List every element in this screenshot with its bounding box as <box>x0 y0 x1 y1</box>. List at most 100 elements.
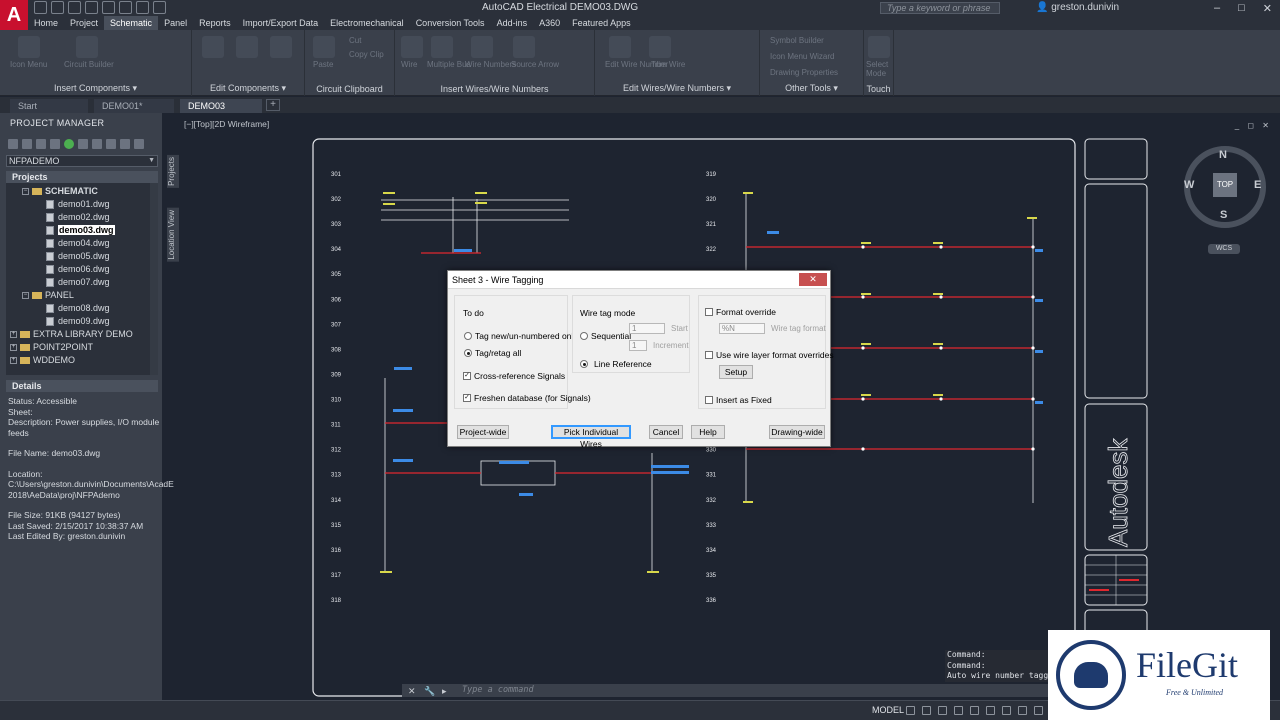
search-input[interactable]: Type a keyword or phrase <box>880 2 1000 14</box>
sequential-label[interactable]: Sequential <box>591 331 631 341</box>
start-input[interactable]: 1 <box>629 323 665 334</box>
redo-icon[interactable] <box>153 1 166 14</box>
tree-item-demo07[interactable]: demo07.dwg <box>46 277 110 288</box>
tree-item-demo04[interactable]: demo04.dwg <box>46 238 110 249</box>
drawing-properties-label[interactable]: Drawing Properties <box>770 68 838 77</box>
pick-individual-wires-button[interactable]: Pick Individual Wires <box>551 425 631 449</box>
tag-new-label[interactable]: Tag new/un-numbered only <box>475 331 578 341</box>
panel-title[interactable]: Edit Components ▾ <box>192 83 304 94</box>
icon-menu-wizard-label[interactable]: Icon Menu Wizard <box>770 52 834 61</box>
snap-icon[interactable] <box>922 706 931 715</box>
new-icon[interactable] <box>34 1 47 14</box>
tree-item-demo01[interactable]: demo01.dwg <box>46 199 110 210</box>
publish-icon[interactable] <box>92 139 102 149</box>
close-icon[interactable]: ✕ <box>1263 2 1272 15</box>
save-as-icon[interactable] <box>85 1 98 14</box>
symbol-builder-label[interactable]: Symbol Builder <box>770 36 824 45</box>
refresh-icon[interactable] <box>64 139 74 149</box>
workspace-icon[interactable] <box>1034 706 1043 715</box>
collapse-icon[interactable]: − <box>22 188 29 196</box>
project-task-icon[interactable] <box>78 139 88 149</box>
viewcube-top-face[interactable]: TOP <box>1213 173 1237 197</box>
minimize-icon[interactable]: – <box>1214 2 1220 15</box>
tree-item-demo02[interactable]: demo02.dwg <box>46 212 110 223</box>
tree-project-wddemo[interactable]: + WDDEMO <box>10 355 75 365</box>
open-project-icon[interactable] <box>8 139 18 149</box>
wire-numbers-icon[interactable] <box>471 36 493 58</box>
multiple-bus-icon[interactable] <box>431 36 453 58</box>
tree-item-demo05[interactable]: demo05.dwg <box>46 251 110 262</box>
tab-featured-apps[interactable]: Featured Apps <box>566 16 637 30</box>
format-override-label[interactable]: Format override <box>716 307 776 317</box>
command-input[interactable]: Type a command <box>462 685 534 695</box>
viewcube-south[interactable]: S <box>1220 209 1227 221</box>
setup-button[interactable]: Setup <box>719 365 753 379</box>
expand-icon[interactable]: + <box>10 344 17 352</box>
tree-scrollbar[interactable] <box>150 183 158 375</box>
freshen-database-label[interactable]: Freshen database (for Signals) <box>474 393 591 403</box>
project-wide-button[interactable]: Project-wide <box>457 425 509 439</box>
tab-schematic[interactable]: Schematic <box>104 16 159 30</box>
close-command-icon[interactable]: ✕ <box>408 686 416 697</box>
tab-home[interactable]: Home <box>28 16 64 30</box>
format-override-checkbox[interactable] <box>705 308 713 316</box>
tab-add-ins[interactable]: Add-ins <box>491 16 534 30</box>
ortho-icon[interactable] <box>938 706 947 715</box>
annotation-scale-icon[interactable] <box>1018 706 1027 715</box>
open-icon[interactable] <box>51 1 64 14</box>
edit-wire-number-icon[interactable] <box>609 36 631 58</box>
side-tab-location-view[interactable]: Location View <box>167 207 179 262</box>
paste-icon[interactable] <box>313 36 335 58</box>
maximize-icon[interactable]: □ <box>1238 2 1245 15</box>
edit-icon[interactable] <box>202 36 224 58</box>
panel-title[interactable]: Edit Wires/Wire Numbers ▾ <box>595 83 759 94</box>
settings-icon[interactable] <box>120 139 130 149</box>
icon-menu-icon[interactable] <box>18 36 40 58</box>
new-project-icon[interactable] <box>22 139 32 149</box>
tree-folder-panel[interactable]: − PANEL <box>22 290 74 300</box>
panel-title[interactable]: Insert Components ▾ <box>0 83 191 94</box>
lineweight-icon[interactable] <box>1002 706 1011 715</box>
viewcube-east[interactable]: E <box>1254 179 1261 191</box>
polar-icon[interactable] <box>954 706 963 715</box>
insert-as-fixed-label[interactable]: Insert as Fixed <box>716 395 772 405</box>
wire-layer-overrides-label[interactable]: Use wire layer format overrides <box>716 350 834 360</box>
side-tab-projects[interactable]: Projects <box>167 155 179 188</box>
dialog-close-button[interactable]: ✕ <box>799 273 827 286</box>
tag-new-radio[interactable] <box>464 332 472 340</box>
increment-input[interactable]: 1 <box>629 340 647 351</box>
doc-tab-demo01[interactable]: DEMO01* <box>94 99 174 113</box>
doc-tab-start[interactable]: Start <box>10 99 88 113</box>
model-space-toggle[interactable]: MODEL <box>872 705 904 715</box>
tab-conversion-tools[interactable]: Conversion Tools <box>410 16 491 30</box>
tag-retag-all-label[interactable]: Tag/retag all <box>475 348 521 358</box>
tab-import-export[interactable]: Import/Export Data <box>237 16 325 30</box>
web-icon[interactable] <box>102 1 115 14</box>
customize-icon[interactable]: 🔧 <box>424 686 435 697</box>
tab-electromechanical[interactable]: Electromechanical <box>324 16 410 30</box>
tree-item-demo08[interactable]: demo08.dwg <box>46 303 110 314</box>
print-icon[interactable] <box>119 1 132 14</box>
wire-layer-overrides-checkbox[interactable] <box>705 351 713 359</box>
cross-reference-label[interactable]: Cross-reference Signals <box>474 371 565 381</box>
cross-reference-checkbox[interactable]: ✓ <box>463 372 471 380</box>
expand-icon[interactable]: + <box>10 357 17 365</box>
tree-project-extra-library[interactable]: + EXTRA LIBRARY DEMO <box>10 329 133 339</box>
save-icon[interactable] <box>68 1 81 14</box>
tree-folder-schematic[interactable]: − SCHEMATIC <box>22 186 98 196</box>
new-drawing-icon[interactable] <box>36 139 46 149</box>
project-properties-icon[interactable] <box>50 139 60 149</box>
tag-retag-all-radio[interactable] <box>464 349 472 357</box>
cut-label[interactable]: Cut <box>349 36 361 45</box>
osnap-icon[interactable] <box>970 706 979 715</box>
wcs-menu[interactable]: WCS <box>1208 244 1240 254</box>
user-account[interactable]: 👤 greston.dunivin <box>1036 2 1119 13</box>
tree-item-demo09[interactable]: demo09.dwg <box>46 316 110 327</box>
insert-as-fixed-checkbox[interactable] <box>705 396 713 404</box>
tab-a360[interactable]: A360 <box>533 16 566 30</box>
select-mode-icon[interactable] <box>868 36 890 58</box>
undo-icon[interactable] <box>136 1 149 14</box>
line-reference-label[interactable]: Line Reference <box>594 359 652 369</box>
viewcube[interactable]: TOP N S E W <box>1184 146 1266 228</box>
copy-icon[interactable] <box>270 36 292 58</box>
